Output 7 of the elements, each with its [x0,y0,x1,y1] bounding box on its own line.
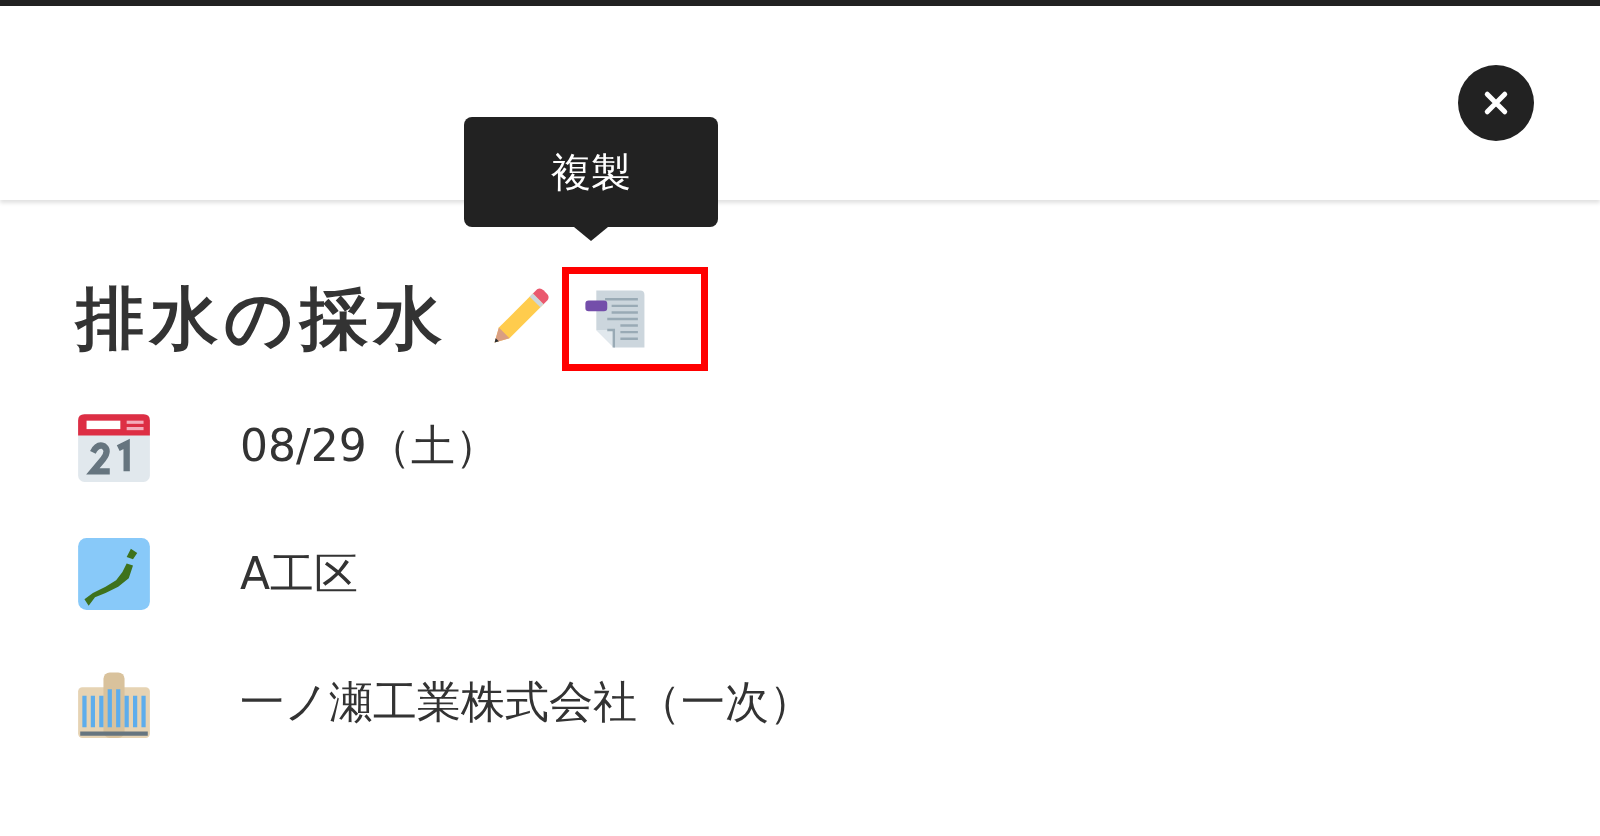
detail-text: A工区 [240,546,359,601]
tooltip-arrow-icon [574,227,608,241]
detail-text: 一ノ瀬工業株式会社（一次） [240,674,813,729]
detail-text: 08/29（土） [240,418,499,473]
modal-title: 排水の採水 [76,277,448,360]
map-icon [76,536,152,612]
tooltip: 複製 [464,117,718,227]
